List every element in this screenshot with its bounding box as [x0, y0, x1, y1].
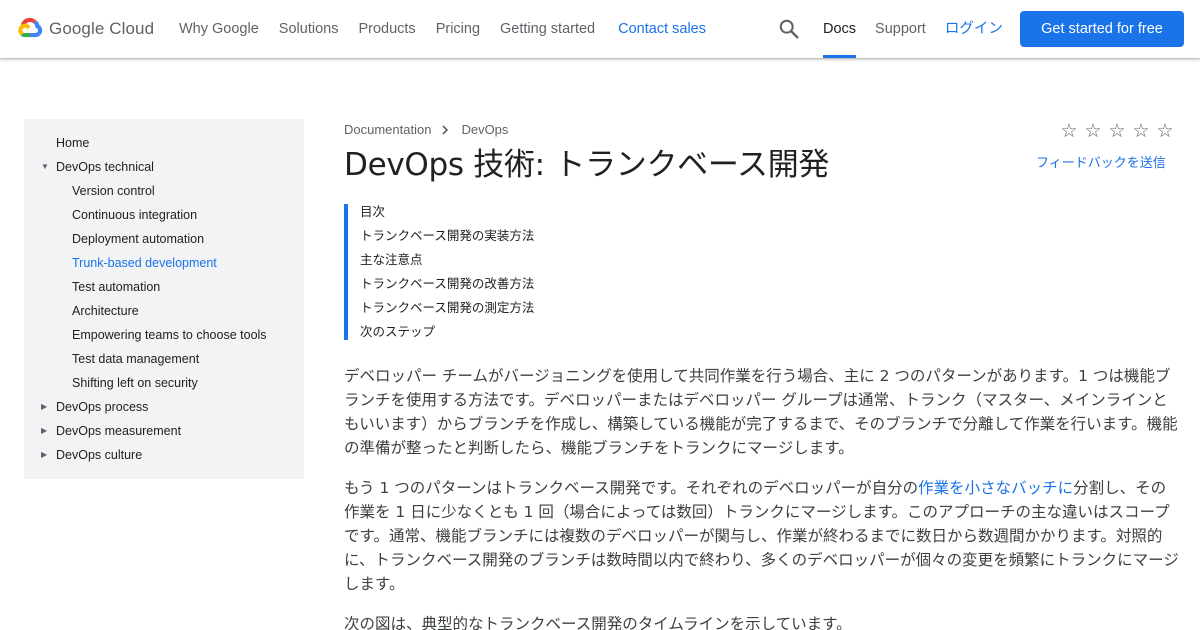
sidebar-item-label: Home — [56, 136, 90, 150]
star-icon[interactable]: ☆ — [1081, 120, 1105, 142]
star-icon[interactable]: ☆ — [1129, 120, 1153, 142]
toc-item[interactable]: トランクベース開発の実装方法 — [360, 228, 644, 252]
sidebar-item-deployment-automation[interactable]: Deployment automation — [24, 227, 304, 251]
breadcrumb-devops[interactable]: DevOps — [461, 122, 508, 137]
sidebar-item-architecture[interactable]: Architecture — [24, 299, 304, 323]
nav-docs[interactable]: Docs — [823, 0, 857, 58]
left-nav-sidebar: Home ▼ DevOps technical Version control … — [24, 119, 304, 479]
sidebar-item-devops-technical[interactable]: ▼ DevOps technical — [24, 155, 304, 179]
toc-item[interactable]: トランクベース開発の測定方法 — [360, 300, 644, 324]
paragraph-intro: デベロッパー チームがバージョニングを使用して共同作業を行う場合、主に 2 つの… — [344, 367, 1178, 457]
nav-pricing[interactable]: Pricing — [436, 21, 480, 37]
search-icon[interactable] — [778, 18, 800, 40]
secondary-nav: Docs Support ログイン — [823, 0, 1022, 58]
sidebar-item-devops-culture[interactable]: ▶ DevOps culture — [24, 443, 304, 467]
sidebar-item-label: Architecture — [72, 304, 139, 318]
collapsed-arrow-icon[interactable]: ▶ — [41, 395, 47, 419]
small-batches-link[interactable]: 作業を小さなバッチに — [918, 479, 1073, 497]
sidebar-item-label: Version control — [72, 184, 155, 198]
sidebar-item-label: Continuous integration — [72, 208, 198, 222]
sidebar-item-label: DevOps technical — [56, 160, 154, 174]
sidebar-item-devops-process[interactable]: ▶ DevOps process — [24, 395, 304, 419]
sidebar-item-label: DevOps culture — [56, 448, 143, 462]
sidebar-item-empowering-teams[interactable]: Empowering teams to choose tools — [24, 323, 304, 347]
toc-heading: 目次 — [360, 204, 386, 219]
toc-item[interactable]: 次のステップ — [360, 324, 644, 348]
breadcrumb: Documentation DevOps — [344, 122, 508, 137]
sidebar-item-devops-measurement[interactable]: ▶ DevOps measurement — [24, 419, 304, 443]
sidebar-item-label: DevOps measurement — [56, 424, 182, 438]
page-title: DevOps 技術: トランクベース開発 — [344, 147, 830, 183]
sidebar-item-version-control[interactable]: Version control — [24, 179, 304, 203]
paragraph-text: もう 1 つのパターンはトランクベース開発です。それぞれのデベロッパーが自分の — [344, 479, 919, 497]
toc-item[interactable]: トランクベース開発の改善方法 — [360, 276, 644, 300]
primary-nav: Why Google Solutions Products Pricing Ge… — [179, 0, 726, 58]
collapsed-arrow-icon[interactable]: ▶ — [41, 443, 47, 467]
expand-arrow-icon[interactable]: ▼ — [41, 155, 49, 179]
send-feedback-link[interactable]: フィードバックを送信 — [1036, 152, 1166, 171]
toc-item[interactable]: 主な注意点 — [360, 252, 644, 276]
breadcrumb-documentation[interactable]: Documentation — [344, 122, 431, 137]
sidebar-item-label: Shifting left on security — [72, 376, 198, 390]
paragraph-diagram-intro: 次の図は、典型的なトランクベース開発のタイムラインを示しています。 — [344, 615, 852, 630]
star-icon[interactable]: ☆ — [1057, 120, 1081, 142]
star-icon[interactable]: ☆ — [1153, 120, 1177, 142]
logo-text: Google Cloud — [49, 19, 155, 38]
sidebar-item-label: Test automation — [72, 280, 161, 294]
cloud-logo-icon — [18, 18, 43, 38]
sidebar-item-shifting-left[interactable]: Shifting left on security — [24, 371, 304, 395]
collapsed-arrow-icon[interactable]: ▶ — [41, 419, 47, 443]
sidebar-item-label: DevOps process — [56, 400, 149, 414]
sidebar-item-label: Empowering teams to choose tools — [72, 328, 267, 342]
nav-products[interactable]: Products — [358, 21, 415, 37]
paragraph-trunk-based: もう 1 つのパターンはトランクベース開発です。それぞれのデベロッパーが自分の作… — [344, 476, 1180, 596]
google-cloud-logo[interactable]: Google Cloud — [16, 17, 154, 41]
nav-solutions[interactable]: Solutions — [279, 21, 339, 37]
sidebar-item-test-data-management[interactable]: Test data management — [24, 347, 304, 371]
get-started-button[interactable]: Get started for free — [1020, 11, 1184, 47]
sidebar-item-label: Trunk-based development — [72, 256, 217, 270]
sidebar-item-continuous-integration[interactable]: Continuous integration — [24, 203, 304, 227]
star-rating: ☆ ☆ ☆ ☆ ☆ — [1057, 120, 1177, 142]
sidebar-item-trunk-based-development[interactable]: Trunk-based development — [24, 251, 304, 275]
sidebar-item-home[interactable]: Home — [24, 131, 304, 155]
nav-support[interactable]: Support — [875, 0, 926, 58]
nav-contact-sales[interactable]: Contact sales — [618, 21, 706, 37]
table-of-contents: 目次 トランクベース開発の実装方法 主な注意点 トランクベース開発の改善方法 ト… — [344, 204, 644, 340]
nav-getting-started[interactable]: Getting started — [500, 21, 595, 37]
star-icon[interactable]: ☆ — [1105, 120, 1129, 142]
chevron-right-icon — [442, 124, 449, 135]
nav-login[interactable]: ログイン — [945, 0, 1003, 58]
top-header: Google Cloud Why Google Solutions Produc… — [0, 0, 1200, 58]
nav-why-google[interactable]: Why Google — [179, 21, 259, 37]
sidebar-item-label: Test data management — [72, 352, 200, 366]
sidebar-item-label: Deployment automation — [72, 232, 205, 246]
sidebar-item-test-automation[interactable]: Test automation — [24, 275, 304, 299]
